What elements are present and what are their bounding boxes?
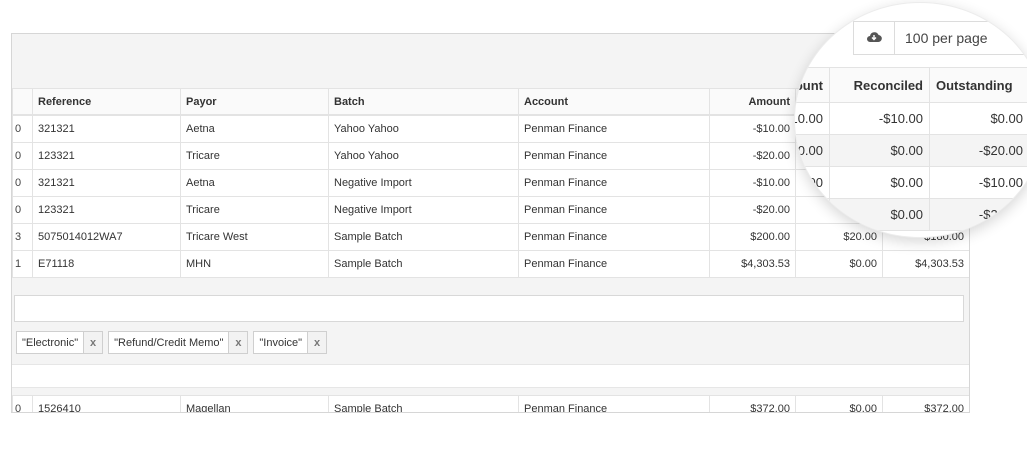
filter-chip-refund-credit-memo: "Refund/Credit Memo" x (108, 331, 249, 354)
batch-cell: Sample Batch (328, 250, 519, 278)
amount-cell: -$10.00 (795, 102, 830, 135)
payor-cell: Aetna (180, 169, 329, 197)
outstanding-cell: $0.00 (929, 102, 1027, 135)
table-row[interactable]: -$10.00 -$10.00 $0.00 (795, 102, 1027, 135)
account-column-header[interactable]: Account (518, 88, 710, 115)
amount-cell: -$20.00 (709, 142, 796, 170)
amount-cell: -$10.00 (795, 166, 830, 199)
account-cell: Penman Finance (518, 223, 710, 251)
row-index: 1 (12, 250, 33, 278)
amount-cell: -$20.00 (795, 198, 830, 231)
outstanding-cell: -$20.00 (929, 198, 1027, 231)
amount-column-header[interactable]: Amount (709, 88, 796, 115)
batch-cell: Negative Import (328, 169, 519, 197)
account-cell: Penman Finance (518, 250, 710, 278)
payor-cell: Aetna (180, 115, 329, 143)
row-index: 0 (12, 115, 33, 143)
reference-cell: 123321 (32, 142, 181, 170)
reference-column-header[interactable]: Reference (32, 88, 181, 115)
filter-chip-electronic: "Electronic" x (16, 331, 104, 354)
reference-cell: E71118 (32, 250, 181, 278)
table-toolbar: 100 per page (853, 21, 1026, 55)
outstanding-cell: $4,303.53 (882, 250, 969, 278)
batch-cell: Negative Import (328, 196, 519, 224)
row-index: 3 (12, 223, 33, 251)
batch-column-header[interactable]: Batch (328, 88, 519, 115)
row-index: 0 (12, 169, 33, 197)
account-cell: Penman Finance (518, 169, 710, 197)
amount-cell: $372.00 (709, 395, 796, 412)
batch-cell: Sample Batch (328, 223, 519, 251)
row-index: 0 (12, 142, 33, 170)
batch-cell: Yahoo Yahoo (328, 115, 519, 143)
remove-filter-button[interactable]: x (307, 332, 327, 353)
outstanding-cell: -$20.00 (929, 134, 1027, 167)
magnified-columns: Amount Reconciled Outstanding -$10.00 -$… (795, 67, 1027, 231)
filter-input[interactable] (14, 295, 964, 322)
reconciled-cell: $0.00 (829, 166, 930, 199)
amount-cell: $4,303.53 (709, 250, 796, 278)
row-index: 0 (12, 196, 33, 224)
reference-cell: 123321 (32, 196, 181, 224)
account-cell: Penman Finance (518, 142, 710, 170)
remove-filter-button[interactable]: x (228, 332, 248, 353)
index-column-header (12, 88, 33, 115)
table-row[interactable]: -$10.00 $0.00 -$10.00 (795, 166, 1027, 199)
outstanding-cell: $372.00 (882, 395, 969, 412)
outstanding-cell: -$10.00 (929, 166, 1027, 199)
table-row[interactable]: 1 E71118 MHN Sample Batch Penman Finance… (12, 250, 969, 278)
account-cell: Penman Finance (518, 196, 710, 224)
amount-cell: -$20.00 (795, 134, 830, 167)
reference-cell: 5075014012WA7 (32, 223, 181, 251)
account-cell: Penman Finance (518, 115, 710, 143)
reconciled-cell: $0.00 (795, 395, 883, 412)
magnifier-callout: 100 per page Amount Reconciled Outstandi… (794, 2, 1027, 238)
row-index: 0 (12, 395, 33, 412)
filter-chips: "Electronic" x "Refund/Credit Memo" x "I… (16, 331, 328, 354)
reference-cell: 321321 (32, 169, 181, 197)
account-cell: Penman Finance (518, 395, 710, 412)
batch-cell: Yahoo Yahoo (328, 142, 519, 170)
filter-chip-invoice: "Invoice" x (253, 331, 328, 354)
reference-cell: 1526410 (32, 395, 181, 412)
cloud-download-icon (866, 30, 882, 47)
filter-chip-label: "Invoice" (259, 336, 303, 349)
reconciled-cell: -$10.00 (829, 102, 930, 135)
outstanding-column-header[interactable]: Outstanding (929, 67, 1027, 103)
remove-filter-button[interactable]: x (83, 332, 103, 353)
amount-column-header[interactable]: Amount (795, 67, 830, 103)
payor-cell: MHN (180, 250, 329, 278)
payor-cell: Tricare (180, 196, 329, 224)
amount-cell: -$10.00 (709, 115, 796, 143)
reconciled-cell: $0.00 (795, 250, 883, 278)
table-row[interactable]: -$20.00 $0.00 -$20.00 (795, 198, 1027, 231)
payor-cell: Tricare West (180, 223, 329, 251)
payor-cell: Magellan (180, 395, 329, 412)
table-row[interactable]: -$20.00 $0.00 -$20.00 (795, 134, 1027, 167)
payor-cell: Tricare (180, 142, 329, 170)
page-size-select[interactable]: 100 per page (894, 21, 1026, 55)
table-body-group: 0 1526410 Magellan Sample Batch Penman F… (12, 395, 969, 412)
reconciled-cell: $0.00 (829, 198, 930, 231)
amount-cell: $200.00 (709, 223, 796, 251)
filter-chip-label: "Refund/Credit Memo" (114, 336, 224, 349)
table-row[interactable]: 0 1526410 Magellan Sample Batch Penman F… (12, 395, 969, 412)
reconciled-cell: $0.00 (829, 134, 930, 167)
payor-column-header[interactable]: Payor (180, 88, 329, 115)
amount-cell: -$20.00 (709, 196, 796, 224)
export-button[interactable] (853, 21, 895, 55)
amount-cell: -$10.00 (709, 169, 796, 197)
group-header-bar (12, 364, 969, 388)
batch-cell: Sample Batch (328, 395, 519, 412)
filter-chip-label: "Electronic" (22, 336, 79, 349)
reconciled-column-header[interactable]: Reconciled (829, 67, 930, 103)
reference-cell: 321321 (32, 115, 181, 143)
